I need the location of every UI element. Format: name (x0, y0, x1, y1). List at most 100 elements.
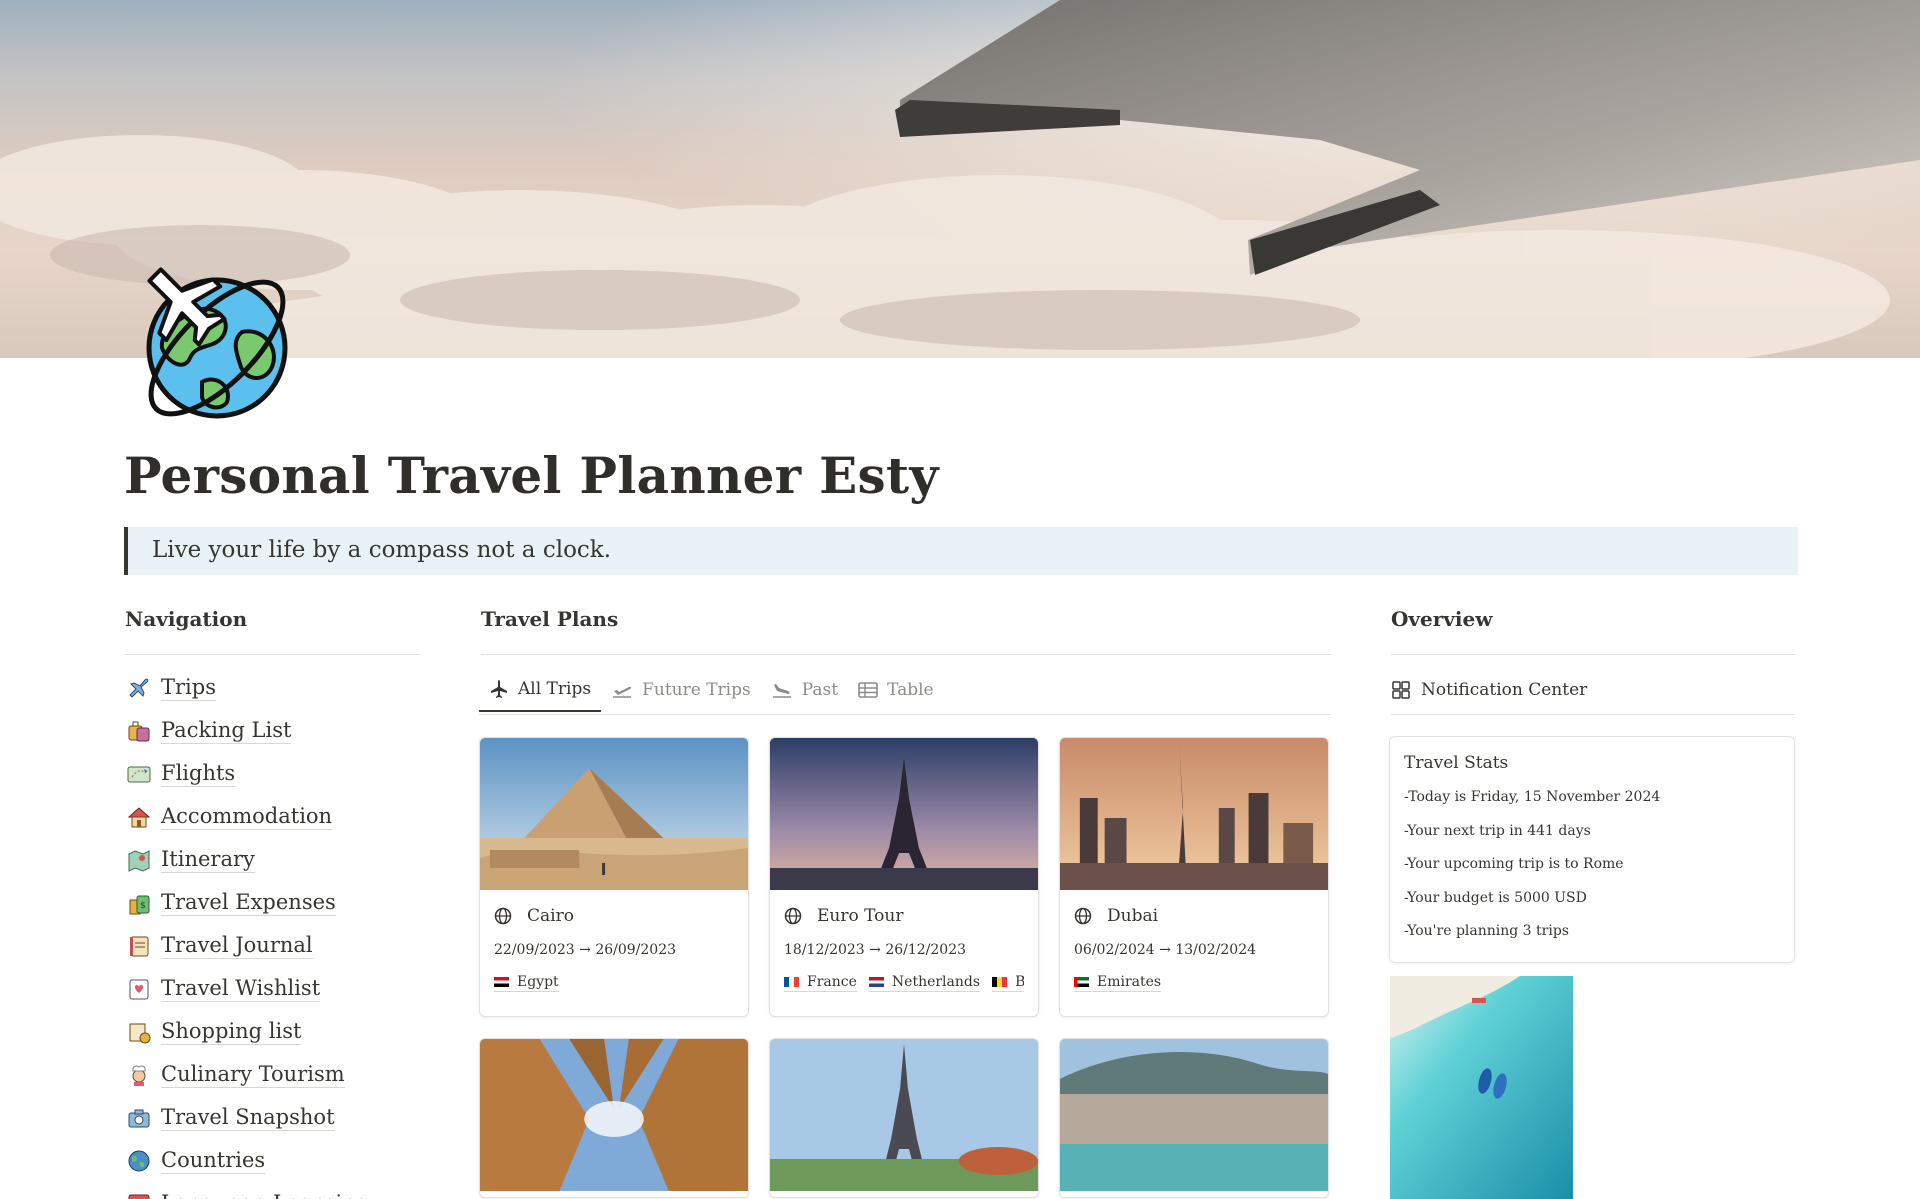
tab-all-trips[interactable]: All Trips (479, 668, 602, 712)
nav-item-trips[interactable]: Trips (126, 666, 426, 709)
tab-label: Future Trips (642, 680, 751, 700)
trip-card[interactable] (479, 1038, 749, 1198)
country-tag[interactable]: Emirates (1074, 972, 1162, 992)
pyramid-photo (480, 738, 748, 890)
nav-item-label: Travel Journal (161, 933, 313, 959)
tab-table[interactable]: Table (848, 668, 944, 712)
trip-name: Cairo (527, 906, 574, 926)
airplane-icon (491, 680, 507, 698)
globe-airplane-icon (132, 262, 298, 428)
nav-item-travel-expenses[interactable]: $ Travel Expenses (126, 881, 426, 924)
stats-line: -Your next trip in 441 days (1404, 822, 1591, 839)
globe-icon (1074, 907, 1092, 925)
nav-item-travel-snapshot[interactable]: Travel Snapshot (126, 1096, 426, 1139)
navigation-divider (125, 654, 420, 655)
netherlands-flag-icon (868, 976, 884, 987)
country-tag[interactable]: Netherlands (868, 972, 981, 992)
nav-item-label: Travel Expenses (161, 890, 336, 916)
country-name: Emirates (1097, 973, 1162, 990)
navigation-list: Trips Packing List Flights Accommodation… (126, 666, 426, 1199)
luggage-icon (128, 721, 150, 741)
stats-line: -Today is Friday, 15 November 2024 (1404, 789, 1661, 805)
page-title: Personal Travel Planner Esty (124, 446, 939, 505)
overview-heading: Overview (1391, 607, 1493, 631)
trip-card-dubai[interactable]: Dubai 06/02/2024 → 13/02/2024 Emirates (1059, 737, 1329, 1017)
country-name: France (807, 973, 857, 990)
trip-dates: 18/12/2023 → 26/12/2023 (784, 942, 967, 958)
nav-item-travel-journal[interactable]: Travel Journal (126, 924, 426, 967)
overview-divider (1391, 654, 1795, 655)
nav-item-label: Shopping list (161, 1019, 302, 1045)
notification-center-tab[interactable]: Notification Center (1391, 668, 1587, 712)
country-tag[interactable]: Egypt (494, 972, 559, 992)
plane-landing-icon (772, 684, 791, 698)
stats-line: -Your budget is 5000 USD (1404, 889, 1587, 906)
quote-block: Live your life by a compass not a clock. (124, 527, 1798, 575)
nav-item-label: Travel Snapshot (161, 1105, 335, 1131)
globe-icon (494, 907, 512, 925)
nav-item-packing-list[interactable]: Packing List (126, 709, 426, 752)
dubai-skyline-photo (1060, 738, 1328, 890)
tabs-divider (479, 714, 1331, 715)
camera-icon (128, 1109, 150, 1127)
nav-item-shopping-list[interactable]: Shopping list (126, 1010, 426, 1053)
country-tag[interactable]: Belgium (992, 972, 1024, 992)
table-icon (858, 682, 878, 698)
egypt-flag-icon (494, 976, 509, 987)
france-flag-icon (784, 976, 799, 987)
nav-item-language-learning[interactable]: Language Learning (126, 1182, 426, 1199)
nav-item-accommodation[interactable]: Accommodation (126, 795, 426, 838)
nav-item-label: Accommodation (161, 804, 333, 830)
nav-item-culinary-tourism[interactable]: Culinary Tourism (126, 1053, 426, 1096)
svg-text:$: $ (140, 901, 146, 911)
notification-divider (1391, 714, 1795, 715)
temple-columns-photo (480, 1039, 748, 1191)
trip-card-euro-tour[interactable]: Euro Tour 18/12/2023 → 26/12/2023 France… (769, 737, 1039, 1017)
trip-card[interactable] (1059, 1038, 1329, 1198)
tab-label: Table (887, 680, 934, 700)
shopping-bag-icon (129, 1023, 151, 1043)
nav-item-itinerary[interactable]: Itinerary (126, 838, 426, 881)
nav-item-label: Flights (161, 761, 236, 787)
country-name: Netherlands (891, 973, 981, 990)
airplane-icon (129, 678, 149, 698)
trip-dates: 06/02/2024 → 13/02/2024 (1074, 942, 1257, 958)
trip-dates: 22/09/2023 → 26/09/2023 (494, 942, 677, 958)
travel-plans-divider (481, 654, 1331, 655)
stats-line: -Your upcoming trip is to Rome (1404, 856, 1624, 872)
globe-icon (784, 907, 802, 925)
nav-item-label: Language Learning (161, 1190, 369, 1199)
nav-item-flights[interactable]: Flights (126, 752, 426, 795)
map-icon (128, 849, 150, 872)
money-icon: $ (129, 895, 150, 914)
nav-item-travel-wishlist[interactable]: Travel Wishlist (126, 967, 426, 1010)
stats-line: -You're planning 3 trips (1404, 923, 1569, 939)
nav-item-countries[interactable]: Countries (126, 1139, 426, 1182)
nav-item-label: Itinerary (161, 847, 255, 873)
trip-card[interactable] (769, 1038, 1039, 1198)
country-name: Egypt (517, 973, 559, 990)
tab-label: Past (801, 680, 839, 700)
language-icon (128, 1194, 150, 1199)
travel-plans-heading: Travel Plans (481, 607, 619, 631)
flight-map-icon (127, 766, 151, 782)
travel-stats-card[interactable]: Travel Stats -Today is Friday, 15 Novemb… (1389, 736, 1795, 963)
nav-item-label: Travel Wishlist (161, 976, 321, 1002)
house-icon (127, 806, 151, 827)
nav-item-label: Packing List (161, 718, 292, 744)
country-name: Belgium (1015, 974, 1024, 990)
tab-label: All Trips (518, 679, 592, 699)
country-tag[interactable]: France (784, 972, 857, 992)
trip-card-cairo[interactable]: Cairo 22/09/2023 → 26/09/2023 Egypt (479, 737, 749, 1017)
globe-icon (128, 1150, 150, 1171)
trip-name: Euro Tour (817, 906, 904, 926)
trip-name: Dubai (1107, 906, 1159, 926)
tab-past[interactable]: Past (761, 668, 848, 712)
gallery-grid-icon (1392, 681, 1410, 699)
plane-takeoff-icon (613, 686, 632, 698)
nav-item-label: Culinary Tourism (161, 1062, 345, 1088)
wishlist-icon (129, 979, 149, 999)
beach-aerial-photo (1390, 976, 1573, 1199)
journal-icon (130, 936, 149, 956)
tab-future-trips[interactable]: Future Trips (601, 668, 761, 712)
